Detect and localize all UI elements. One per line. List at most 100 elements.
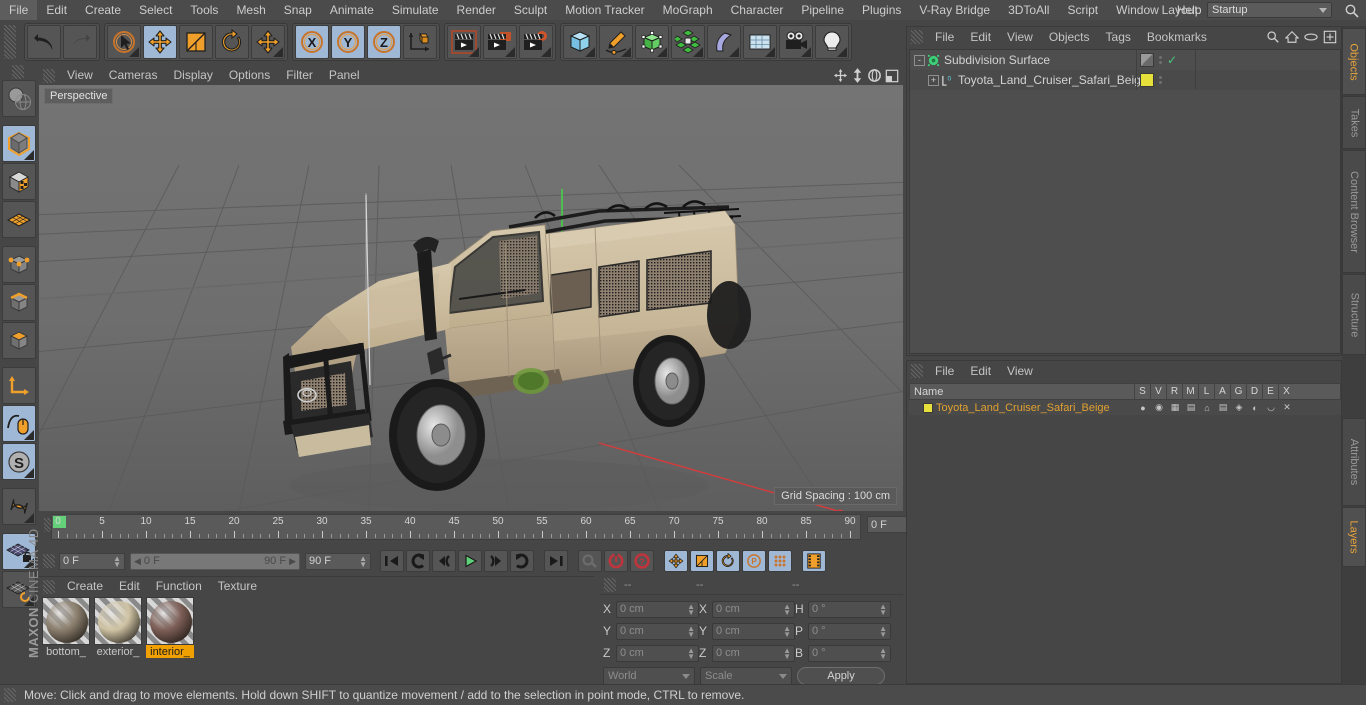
object-tree[interactable]: - Subdivision Surface ✓ +0 Toyota_Land_Cruis… bbox=[909, 49, 1341, 354]
spinner-icon[interactable]: ▲▼ bbox=[879, 624, 887, 638]
spinner-icon[interactable]: ▲▼ bbox=[879, 602, 887, 616]
layout-select[interactable]: Startup bbox=[1207, 2, 1332, 18]
xref-icon[interactable]: ✕ bbox=[1279, 400, 1295, 415]
menu-item-animate[interactable]: Animate bbox=[321, 0, 383, 20]
move-tool[interactable] bbox=[143, 25, 177, 59]
expand-icon[interactable] bbox=[1323, 30, 1337, 44]
lock-x-axis[interactable]: X bbox=[295, 25, 329, 59]
animation-icon[interactable]: ▤ bbox=[1215, 400, 1231, 415]
manager-icon[interactable]: ▤ bbox=[1183, 400, 1199, 415]
apply-button[interactable]: Apply bbox=[797, 667, 885, 685]
size-field[interactable]: 0 cm ▲ ▼ bbox=[712, 622, 795, 640]
point-mode-button[interactable] bbox=[2, 246, 36, 283]
viewport-menu-cameras[interactable]: Cameras bbox=[101, 66, 166, 85]
position-key-button[interactable] bbox=[664, 550, 688, 572]
layer-column-m[interactable]: M bbox=[1182, 383, 1198, 400]
search-icon[interactable] bbox=[1266, 30, 1280, 44]
lock-y-axis[interactable]: Y bbox=[331, 25, 365, 59]
layer-column-v[interactable]: V bbox=[1150, 383, 1166, 400]
go-to-end-button[interactable] bbox=[544, 550, 568, 572]
slider-left-arrow-icon[interactable]: ◀ bbox=[134, 556, 141, 567]
menu-item-motion-tracker[interactable]: Motion Tracker bbox=[556, 0, 653, 20]
menu-item-simulate[interactable]: Simulate bbox=[383, 0, 448, 20]
position-field[interactable]: 0 cm ▲ ▼ bbox=[616, 600, 699, 618]
render-view-button[interactable] bbox=[447, 25, 481, 59]
play-button[interactable] bbox=[458, 550, 482, 572]
solo-dot-icon[interactable]: ● bbox=[1135, 400, 1151, 415]
layer-column-s[interactable]: S bbox=[1134, 383, 1150, 400]
eye-icon[interactable] bbox=[1304, 32, 1318, 42]
coordinate-system-dropdown[interactable]: World bbox=[603, 667, 695, 685]
add-generator[interactable] bbox=[635, 25, 669, 59]
viewport-menu-display[interactable]: Display bbox=[165, 66, 220, 85]
material-item[interactable]: bottom_ bbox=[42, 597, 90, 658]
material-preview[interactable] bbox=[42, 597, 90, 645]
object-menu-file[interactable]: File bbox=[927, 27, 962, 47]
add-cube-object[interactable] bbox=[563, 25, 597, 59]
viewport-menu-filter[interactable]: Filter bbox=[278, 66, 321, 85]
magnet-tool-button[interactable] bbox=[2, 488, 36, 525]
toolbar-grip[interactable] bbox=[4, 25, 16, 59]
dock-tab-layers[interactable]: Layers bbox=[1342, 507, 1366, 567]
texture-mode-button[interactable] bbox=[2, 163, 36, 200]
position-field[interactable]: 0 cm ▲ ▼ bbox=[616, 622, 699, 640]
model-mode-button[interactable] bbox=[2, 125, 36, 162]
spinner-icon[interactable]: ▲▼ bbox=[783, 646, 791, 660]
enabled-check-icon[interactable]: ✓ bbox=[1167, 53, 1177, 67]
render-settings-button[interactable] bbox=[519, 25, 553, 59]
unlock-icon[interactable]: ⌂ bbox=[1199, 400, 1215, 415]
menu-item-render[interactable]: Render bbox=[448, 0, 505, 20]
spinner-icon[interactable]: ▲▼ bbox=[687, 624, 695, 638]
view[interactable]: View bbox=[999, 361, 1041, 381]
viewport-menu-panel[interactable]: Panel bbox=[321, 66, 368, 85]
maximize-view-icon[interactable] bbox=[885, 69, 899, 83]
menu-item-v-ray-bridge[interactable]: V-Ray Bridge bbox=[910, 0, 999, 20]
object-menu-tags[interactable]: Tags bbox=[1098, 27, 1139, 47]
material-menu-create[interactable]: Create bbox=[59, 577, 111, 596]
yellow-tag[interactable] bbox=[1140, 73, 1154, 87]
scale-tool[interactable] bbox=[179, 25, 213, 59]
tag-dots-icon[interactable] bbox=[1159, 56, 1162, 64]
menu-item-mograph[interactable]: MoGraph bbox=[654, 0, 722, 20]
dynamic-place-tool[interactable] bbox=[251, 25, 285, 59]
enable-snapping-button[interactable] bbox=[2, 405, 36, 442]
object-menu-objects[interactable]: Objects bbox=[1041, 27, 1098, 47]
menu-item-plugins[interactable]: Plugins bbox=[853, 0, 910, 20]
menu-item-file[interactable]: File bbox=[0, 0, 38, 20]
undo-view-button[interactable] bbox=[2, 80, 36, 117]
step-forward-button[interactable] bbox=[484, 550, 508, 572]
material-preview[interactable] bbox=[146, 597, 194, 645]
render-clapper-icon[interactable]: ▦ bbox=[1167, 400, 1183, 415]
dock-tab-objects[interactable]: Objects bbox=[1342, 28, 1366, 95]
world-object-coordinates[interactable] bbox=[403, 25, 437, 59]
file[interactable]: File bbox=[927, 361, 962, 381]
generator-icon[interactable]: ◈ bbox=[1231, 400, 1247, 415]
layer-column-l[interactable]: L bbox=[1198, 383, 1214, 400]
position-field[interactable]: 0 cm ▲ ▼ bbox=[616, 644, 699, 662]
layer-column-d[interactable]: D bbox=[1246, 383, 1262, 400]
timeline-range-slider[interactable]: ◀ 0 F 90 F ▶ bbox=[130, 552, 300, 570]
menu-item-3dtoall[interactable]: 3DToAll bbox=[999, 0, 1058, 20]
rotate-tool[interactable] bbox=[215, 25, 249, 59]
render-to-picture-viewer-button[interactable] bbox=[483, 25, 517, 59]
rotation-key-button[interactable] bbox=[716, 550, 740, 572]
material-menu-texture[interactable]: Texture bbox=[210, 577, 265, 596]
viewport-solo-button[interactable]: S bbox=[2, 443, 36, 480]
pan-view-icon[interactable] bbox=[833, 68, 848, 83]
menu-item-character[interactable]: Character bbox=[722, 0, 793, 20]
slider-right-arrow-icon[interactable]: ▶ bbox=[289, 556, 296, 567]
spinner-icon[interactable]: ▲▼ bbox=[687, 646, 695, 660]
layer-color-swatch[interactable] bbox=[923, 402, 933, 413]
menu-item-mesh[interactable]: Mesh bbox=[227, 0, 274, 20]
parameter-key-button[interactable]: P bbox=[742, 550, 766, 572]
dock-tab-structure[interactable]: Structure bbox=[1342, 274, 1366, 355]
material-manager-grip[interactable] bbox=[43, 579, 55, 594]
spinner-icon[interactable]: ▲▼ bbox=[687, 602, 695, 616]
object-menu-view[interactable]: View bbox=[999, 27, 1041, 47]
search-icon[interactable] bbox=[1344, 3, 1360, 19]
rotation-field[interactable]: 0 ° ▲ ▼ bbox=[808, 644, 891, 662]
autokeying-button[interactable] bbox=[578, 550, 602, 572]
polygon-mode-button[interactable] bbox=[2, 322, 36, 359]
timeline-controls-grip[interactable] bbox=[43, 554, 55, 568]
object-row[interactable]: +0 Toyota_Land_Cruiser_Safari_Beige bbox=[910, 70, 1340, 90]
